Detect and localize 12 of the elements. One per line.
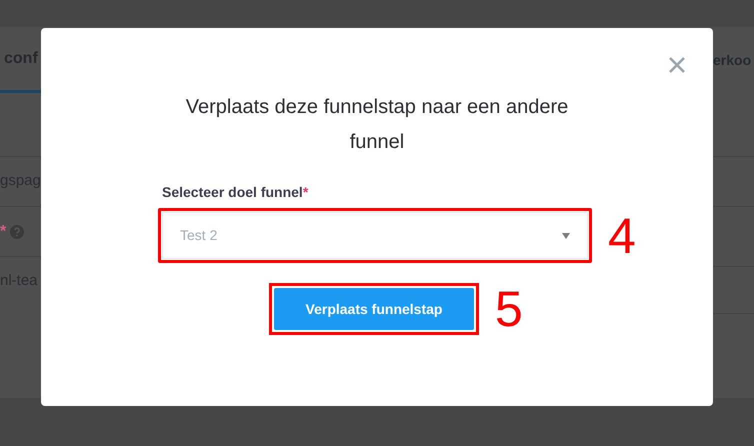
required-mark: * [302,184,308,200]
close-button[interactable] [667,55,687,75]
annotation-number: 5 [495,284,523,334]
field-label: Selecteer doel funnel [162,184,303,200]
close-icon [668,56,686,74]
dropdown-caret-icon [562,232,570,238]
move-button[interactable]: Verplaats funnelstap [274,288,474,330]
funnel-select[interactable]: Test 2 [162,212,588,259]
dialog-title: Verplaats deze funnelstap naar een andere funnel [184,95,570,155]
required-mark: * [0,222,6,242]
annotation-number: 4 [608,210,636,260]
help-icon [10,224,24,238]
